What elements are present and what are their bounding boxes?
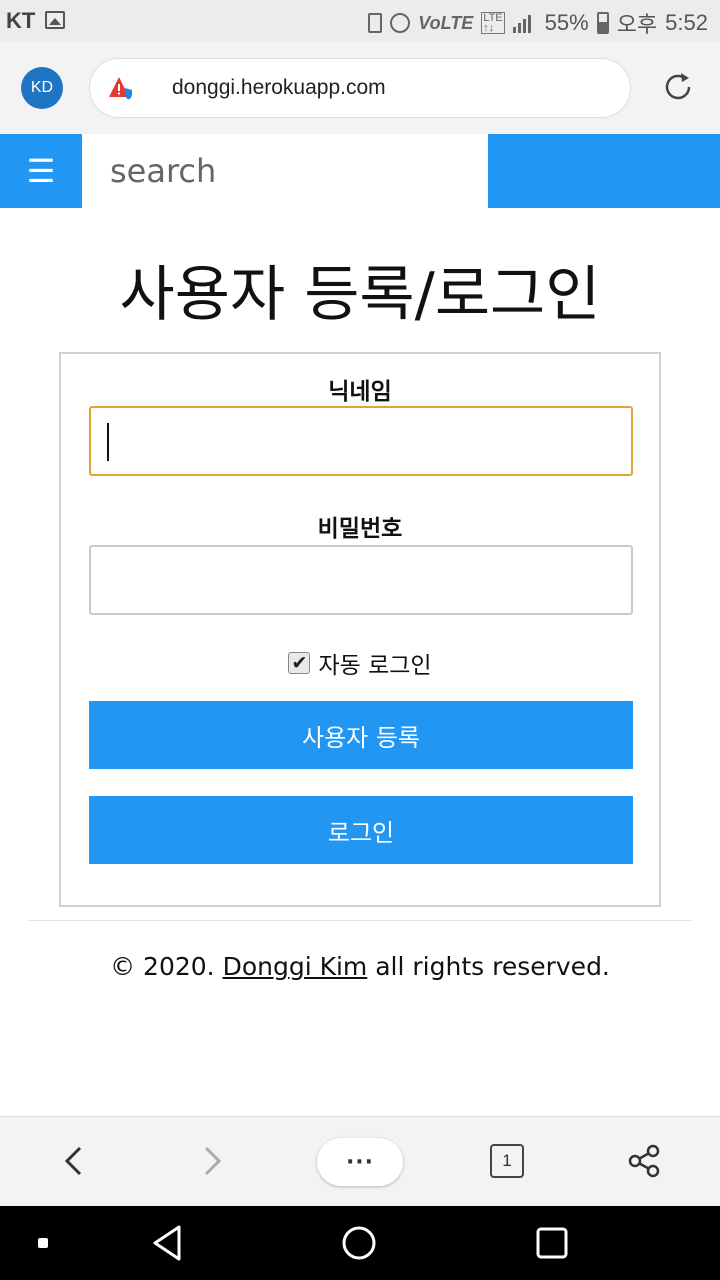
more-icon: ···	[345, 1149, 375, 1175]
password-label: 비밀번호	[317, 516, 403, 542]
clock: 5:52	[665, 10, 708, 35]
auto-login-checkbox[interactable]: ✔	[288, 652, 311, 674]
back-button[interactable]	[52, 1139, 96, 1183]
volte-icon: VoLTE	[418, 12, 474, 33]
auto-login-row: ✔ 자동 로그인	[61, 646, 659, 680]
carrier-label: KT	[6, 8, 36, 33]
profile-avatar[interactable]: KD	[21, 67, 63, 109]
more-button[interactable]: ···	[317, 1138, 403, 1186]
android-nav-bar	[0, 1206, 720, 1280]
status-bar: KT VoLTE LTE ↑↓ 55% 오후 5:52	[0, 0, 720, 42]
divider	[28, 920, 692, 921]
tabs-button[interactable]: 1	[490, 1144, 524, 1178]
ampm-label: 오후	[616, 12, 658, 37]
share-button[interactable]	[622, 1139, 666, 1183]
tab-count: 1	[502, 1151, 512, 1170]
share-icon	[628, 1144, 660, 1178]
recents-icon[interactable]	[535, 1226, 569, 1260]
page-title: 사용자 등록/로그인	[119, 260, 601, 330]
hamburger-icon: ☰	[26, 152, 56, 190]
browser-url-bar: KD donggi.herokuapp.com	[0, 42, 720, 134]
chevron-right-icon	[204, 1146, 222, 1176]
search-input[interactable]	[82, 134, 488, 208]
reload-icon[interactable]	[660, 69, 696, 105]
lte-icon: LTE ↑↓	[481, 12, 505, 34]
vibrate-icon	[368, 13, 383, 33]
author-link[interactable]: Donggi Kim	[223, 952, 368, 981]
chevron-left-icon	[64, 1146, 82, 1176]
hamburger-menu-button[interactable]: ☰	[0, 134, 82, 208]
nav-back-icon[interactable]	[150, 1224, 184, 1262]
forward-button[interactable]	[190, 1139, 234, 1183]
browser-bottom-bar: ··· 1	[0, 1116, 720, 1206]
password-input[interactable]	[89, 545, 633, 615]
home-icon[interactable]	[341, 1225, 377, 1261]
text-caret	[107, 423, 109, 461]
register-button[interactable]: 사용자 등록	[89, 701, 633, 769]
footer-suffix: all rights reserved.	[367, 952, 610, 981]
address-bar[interactable]: donggi.herokuapp.com	[89, 58, 631, 118]
login-form: 닉네임 비밀번호 ✔ 자동 로그인 사용자 등록 로그인	[59, 352, 661, 907]
url-text[interactable]: donggi.herokuapp.com	[172, 76, 386, 100]
battery-percent: 55%	[544, 10, 589, 35]
footer: © 2020. Donggi Kim all rights reserved.	[0, 952, 720, 981]
gallery-icon	[45, 11, 65, 29]
status-icons: VoLTE LTE ↑↓ 55% 오후 5:52	[368, 7, 708, 39]
nickname-label: 닉네임	[328, 379, 392, 405]
login-button[interactable]: 로그인	[89, 796, 633, 864]
auto-login-label[interactable]: 자동 로그인	[318, 646, 431, 680]
site-header: ☰	[0, 134, 720, 208]
site-security-icon[interactable]	[108, 76, 134, 100]
nickname-input[interactable]	[89, 406, 633, 476]
signal-icon	[512, 13, 537, 33]
footer-prefix: © 2020.	[110, 952, 223, 981]
alarm-icon	[390, 13, 411, 33]
battery-icon	[596, 12, 609, 34]
dot-icon[interactable]	[36, 1236, 50, 1250]
